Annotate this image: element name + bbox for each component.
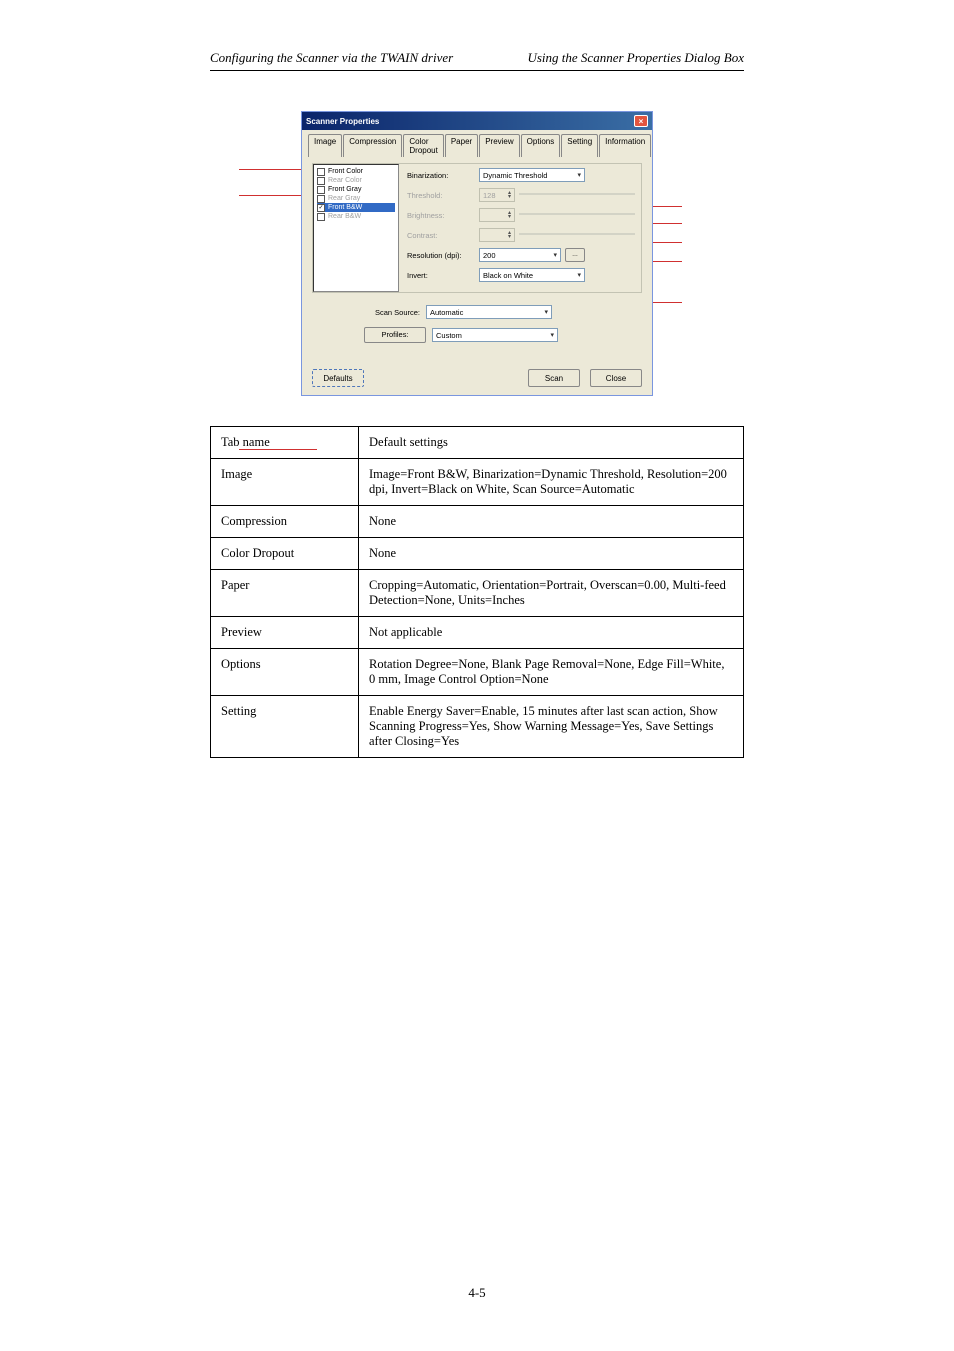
header-left: Configuring the Scanner via the TWAIN dr…	[210, 50, 453, 66]
page-number: 4-5	[0, 1285, 954, 1301]
label-scan-source: Scan Source:	[364, 308, 426, 317]
table-row: ImageImage=Front B&W, Binarization=Dynam…	[211, 459, 744, 506]
brightness-slider	[519, 208, 635, 220]
scan-button[interactable]: Scan	[528, 369, 580, 387]
th-tab: Tab name	[211, 427, 359, 459]
page-header: Configuring the Scanner via the TWAIN dr…	[210, 50, 744, 71]
sel-front-color[interactable]: Front Color	[317, 167, 395, 176]
label-contrast: Contrast:	[407, 231, 479, 240]
sel-front-gray[interactable]: Front Gray	[317, 185, 395, 194]
th-def: Default settings	[359, 427, 744, 459]
dialog-title: Scanner Properties	[306, 117, 379, 126]
tab-paper[interactable]: Paper	[445, 134, 478, 157]
close-button[interactable]: Close	[590, 369, 642, 387]
sel-rear-bw[interactable]: Rear B&W	[317, 212, 395, 221]
table-row: Tab nameDefault settings	[211, 427, 744, 459]
tab-strip: Image Compression Color Dropout Paper Pr…	[302, 130, 652, 157]
label-resolution: Resolution (dpi):	[407, 251, 479, 260]
scan-source-dropdown[interactable]: Automatic▾	[426, 305, 552, 319]
threshold-slider	[519, 188, 635, 200]
table-row: Color DropoutNone	[211, 538, 744, 570]
table-row: PaperCropping=Automatic, Orientation=Por…	[211, 570, 744, 617]
profiles-button[interactable]: Profiles:	[364, 327, 426, 343]
sel-front-bw[interactable]: ✓Front B&W	[317, 203, 395, 212]
label-invert: Invert:	[407, 271, 479, 280]
table-row: CompressionNone	[211, 506, 744, 538]
leader-line	[239, 449, 317, 450]
label-threshold: Threshold:	[407, 191, 479, 200]
contrast-slider	[519, 228, 635, 240]
resolution-more-button[interactable]: …	[565, 248, 585, 262]
close-icon[interactable]: ×	[634, 115, 648, 127]
table-row: PreviewNot applicable	[211, 617, 744, 649]
image-selection-box[interactable]: Front Color Rear Color Front Gray Rear G…	[313, 164, 399, 292]
sel-rear-color[interactable]: Rear Color	[317, 176, 395, 185]
contrast-spinner: ▴▾	[479, 228, 515, 242]
label-binarization: Binarization:	[407, 171, 479, 180]
brightness-spinner: ▴▾	[479, 208, 515, 222]
tab-color-dropout[interactable]: Color Dropout	[403, 134, 443, 157]
resolution-dropdown[interactable]: 200▾	[479, 248, 561, 262]
titlebar: Scanner Properties ×	[302, 112, 652, 130]
tab-information[interactable]: Information	[599, 134, 651, 157]
threshold-spinner: 128▴▾	[479, 188, 515, 202]
tab-preview[interactable]: Preview	[479, 134, 519, 157]
binarization-dropdown[interactable]: Dynamic Threshold▾	[479, 168, 585, 182]
label-brightness: Brightness:	[407, 211, 479, 220]
sel-rear-gray[interactable]: Rear Gray	[317, 194, 395, 203]
tab-image[interactable]: Image	[308, 134, 342, 157]
scanner-properties-dialog: Scanner Properties × Image Compression C…	[301, 111, 653, 396]
defaults-button[interactable]: Defaults	[312, 369, 364, 387]
tab-options[interactable]: Options	[521, 134, 561, 157]
profiles-dropdown[interactable]: Custom▾	[432, 328, 558, 342]
header-right: Using the Scanner Properties Dialog Box	[527, 50, 744, 66]
table-row: OptionsRotation Degree=None, Blank Page …	[211, 649, 744, 696]
tab-compression[interactable]: Compression	[343, 134, 402, 157]
tab-setting[interactable]: Setting	[561, 134, 598, 157]
defaults-table: Tab nameDefault settings ImageImage=Fron…	[210, 426, 744, 758]
table-row: SettingEnable Energy Saver=Enable, 15 mi…	[211, 696, 744, 758]
invert-dropdown[interactable]: Black on White▾	[479, 268, 585, 282]
